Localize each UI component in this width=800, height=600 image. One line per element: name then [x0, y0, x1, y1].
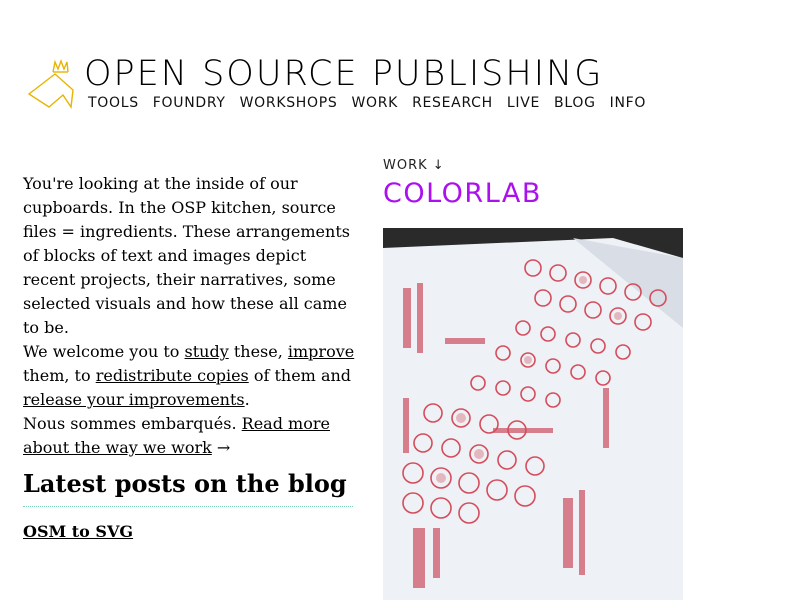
project-photo[interactable] — [383, 228, 683, 600]
improve-link[interactable]: improve — [288, 342, 354, 361]
nav-workshops[interactable]: WORKSHOPS — [240, 95, 338, 111]
work-kicker[interactable]: WORK ↓ — [383, 158, 445, 173]
osp-logo-icon[interactable] — [27, 58, 77, 112]
main-nav: TOOLS FOUNDRY WORKSHOPS WORK RESEARCH LI… — [88, 95, 660, 111]
intro-text: You're looking at the inside of our cupb… — [23, 172, 355, 460]
french-paragraph: Nous sommes embarqués. Read more about t… — [23, 412, 355, 460]
site-title[interactable]: OPEN SOURCE PUBLISHING — [84, 52, 603, 96]
redistribute-link[interactable]: redistribute copies — [96, 366, 249, 385]
arrow-icon: → — [211, 438, 231, 457]
nav-live[interactable]: LIVE — [507, 95, 540, 111]
nav-tools[interactable]: TOOLS — [88, 95, 139, 111]
nav-foundry[interactable]: FOUNDRY — [153, 95, 226, 111]
project-title[interactable]: COLORLAB — [383, 178, 542, 209]
welcome-sep-4: . — [244, 390, 250, 409]
welcome-sep-3: of them and — [248, 366, 352, 385]
french-prefix: Nous sommes embarqués. — [23, 414, 242, 433]
intro-paragraph: You're looking at the inside of our cupb… — [23, 174, 350, 337]
colorlab-photo-image — [383, 228, 683, 600]
nav-work[interactable]: WORK — [351, 95, 398, 111]
welcome-sep-2: them, to — [23, 366, 96, 385]
welcome-sep-1: these, — [228, 342, 288, 361]
welcome-prefix: We welcome you to — [23, 342, 185, 361]
welcome-paragraph: We welcome you to study these, improve t… — [23, 340, 355, 412]
nav-blog[interactable]: BLOG — [554, 95, 596, 111]
study-link[interactable]: study — [185, 342, 229, 361]
nav-research[interactable]: RESEARCH — [412, 95, 493, 111]
blog-post-link[interactable]: OSM to SVG — [23, 522, 133, 541]
release-link[interactable]: release your improvements — [23, 390, 245, 409]
nav-info[interactable]: INFO — [610, 95, 646, 111]
blog-heading: Latest posts on the blog — [23, 466, 353, 507]
